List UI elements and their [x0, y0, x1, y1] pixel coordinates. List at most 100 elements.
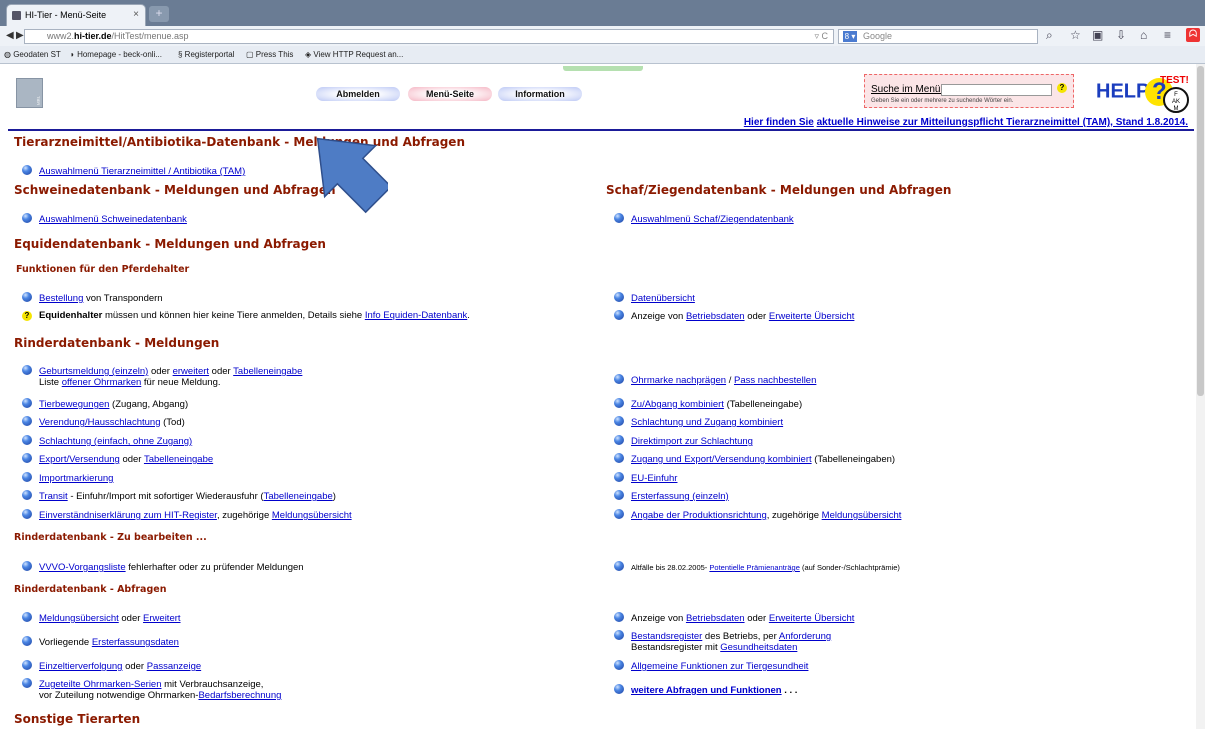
- passanzeige-link[interactable]: Passanzeige: [147, 661, 201, 672]
- notice-link-red[interactable]: Hier finden Sie: [744, 117, 814, 128]
- betriebsdaten-link[interactable]: Betriebsdaten: [686, 311, 745, 322]
- information-button[interactable]: Information: [498, 87, 582, 101]
- list-item: Meldungsübersicht oder Erweitert: [22, 612, 181, 624]
- zugang-export-link[interactable]: Zugang und Export/Versendung kombiniert: [631, 454, 812, 465]
- anforderung-link[interactable]: Anforderung: [779, 631, 831, 642]
- bookmark-label: View HTTP Request an...: [313, 50, 404, 59]
- bookmark-registerportal[interactable]: § Registerportal: [178, 50, 234, 59]
- zuabgang-link[interactable]: Zu/Abgang kombiniert: [631, 399, 724, 410]
- weitere-abfragen-link[interactable]: weitere Abfragen und Funktionen: [631, 685, 782, 696]
- ersterfassung-link[interactable]: Ersterfassung (einzeln): [631, 491, 729, 502]
- addon-icon[interactable]: ᗣ: [1186, 28, 1200, 42]
- bullet-icon: [22, 509, 32, 519]
- gesundheitsdaten-link[interactable]: Gesundheitsdaten: [720, 642, 797, 653]
- bookmark-pressthis[interactable]: ▢ Press This: [246, 50, 293, 59]
- export-link[interactable]: Export/Versendung: [39, 454, 120, 465]
- erweitert-link[interactable]: Erweitert: [143, 613, 180, 624]
- bullet-icon: [614, 435, 624, 445]
- menue-seite-button[interactable]: Menü-Seite: [408, 87, 492, 101]
- transit-link[interactable]: Transit: [39, 491, 68, 502]
- datenuebersicht-link[interactable]: Datenübersicht: [631, 293, 695, 304]
- question-icon[interactable]: ?: [1057, 83, 1067, 93]
- bestellung-link[interactable]: Bestellung: [39, 293, 83, 304]
- bookmark-beck[interactable]: ◗ Homepage - beck-onli...: [70, 50, 162, 59]
- text: mit Verbrauchsanzeige,: [161, 679, 264, 690]
- erweiterte-uebersicht-link[interactable]: Erweiterte Übersicht: [769, 311, 855, 322]
- tam-notice: Hier finden Sie aktuelle Hinweise zur Mi…: [744, 117, 1188, 128]
- clipboard-icon[interactable]: ▣: [1092, 28, 1103, 42]
- importmarkierung-link[interactable]: Importmarkierung: [39, 473, 113, 484]
- rinder-bearbeiten-heading: Rinderdatenbank - Zu bearbeiten ...: [14, 532, 207, 543]
- vvvo-link[interactable]: VVVO-Vorgangsliste: [39, 562, 126, 573]
- geburtsmeldung-link[interactable]: Geburtsmeldung (einzeln): [39, 366, 148, 377]
- bestandsregister-link[interactable]: Bestandsregister: [631, 631, 702, 642]
- schlachtung-link[interactable]: Schlachtung (einfach, ohne Zugang): [39, 436, 192, 447]
- meldungsuebersicht-link[interactable]: Meldungsübersicht: [272, 510, 352, 521]
- bookmark-httprequest[interactable]: ◈ View HTTP Request an...: [305, 50, 403, 59]
- einverstaendnis-link[interactable]: Einverständniserklärung zum HIT-Register: [39, 510, 217, 521]
- home-icon[interactable]: ⌂: [1140, 28, 1147, 42]
- text: Altfälle bis 28.02.2005-: [631, 563, 710, 572]
- verendung-link[interactable]: Verendung/Hausschlachtung: [39, 417, 160, 428]
- ohrmarke-nachpraegen-link[interactable]: Ohrmarke nachprägen: [631, 375, 726, 386]
- bullet-icon: [614, 374, 624, 384]
- logo-text: TIER: [36, 95, 41, 105]
- text: müssen und können hier keine Tiere anmel…: [102, 310, 365, 321]
- search-icon[interactable]: ⌕: [1046, 28, 1053, 43]
- bedarfsberechnung-link[interactable]: Bedarfsberechnung: [198, 690, 281, 701]
- betriebsdaten-link[interactable]: Betriebsdaten: [686, 613, 745, 624]
- tam-menu-link[interactable]: Auswahlmenü Tierarzneimittel / Antibioti…: [39, 166, 245, 177]
- text: oder: [744, 613, 769, 624]
- tabelleneingabe-link[interactable]: Tabelleneingabe: [233, 366, 302, 377]
- eu-einfuhr-link[interactable]: EU-Einfuhr: [631, 473, 677, 484]
- abmelden-button[interactable]: Abmelden: [316, 87, 400, 101]
- schwein-menu-link[interactable]: Auswahlmenü Schweinedatenbank: [39, 214, 187, 225]
- menu-search-input[interactable]: [941, 84, 1052, 96]
- download-icon[interactable]: ⇩: [1116, 28, 1126, 42]
- praemienantraege-link[interactable]: Potentielle Prämienanträge: [709, 563, 799, 572]
- pass-nachbestellen-link[interactable]: Pass nachbestellen: [734, 375, 816, 386]
- tiergesundheit-link[interactable]: Allgemeine Funktionen zur Tiergesundheit: [631, 661, 808, 672]
- bookmark-geodaten[interactable]: ◍ Geodaten ST: [4, 50, 61, 59]
- produktionsrichtung-link[interactable]: Angabe der Produktionsrichtung: [631, 510, 767, 521]
- schwein-heading: Schweinedatenbank - Meldungen und Abfrag…: [14, 183, 336, 197]
- hit-logo[interactable]: TIER: [16, 78, 43, 108]
- url-bar[interactable]: www2.hi-tier.de/HitTest/menue.asp ▿ C: [24, 29, 834, 44]
- bookmarks-bar: ◍ Geodaten ST ◗ Homepage - beck-onli... …: [0, 46, 1205, 64]
- browser-search-input[interactable]: 8 ▾ Google: [838, 29, 1038, 44]
- browser-tab[interactable]: HI-Tier - Menü-Seite ×: [6, 4, 146, 26]
- back-icon[interactable]: ◀: [6, 29, 14, 43]
- list-item: Datenübersicht: [614, 292, 695, 304]
- ersterfassungsdaten-link[interactable]: Ersterfassungsdaten: [92, 637, 179, 648]
- schaf-menu-link[interactable]: Auswahlmenü Schaf/Ziegendatenbank: [631, 214, 794, 225]
- tierbewegungen-link[interactable]: Tierbewegungen: [39, 399, 109, 410]
- forward-icon[interactable]: ▶: [16, 29, 24, 43]
- meldungsuebersicht-link[interactable]: Meldungsübersicht: [39, 613, 119, 624]
- tab-bar: HI-Tier - Menü-Seite × +: [0, 0, 1205, 26]
- direktimport-link[interactable]: Direktimport zur Schlachtung: [631, 436, 753, 447]
- erweitert-link[interactable]: erweitert: [173, 366, 209, 377]
- scrollbar-thumb[interactable]: [1197, 66, 1204, 396]
- text: . . .: [781, 685, 798, 696]
- tab-close-icon[interactable]: ×: [133, 9, 139, 20]
- info-equiden-link[interactable]: Info Equiden-Datenbank: [365, 310, 467, 321]
- equiden-heading: Equidendatenbank - Meldungen und Abfrage…: [14, 237, 326, 251]
- text: oder: [118, 613, 144, 624]
- text: (Tabelleneingabe): [723, 399, 803, 410]
- text: Liste: [39, 377, 62, 388]
- schlachtung-zugang-link[interactable]: Schlachtung und Zugang kombiniert: [631, 417, 783, 428]
- search-engine-icon[interactable]: 8 ▾: [843, 31, 857, 42]
- erweiterte-uebersicht-link[interactable]: Erweiterte Übersicht: [769, 613, 855, 624]
- tabelleneingabe-link[interactable]: Tabelleneingabe: [264, 491, 333, 502]
- new-tab-button[interactable]: +: [149, 6, 169, 22]
- page-scrollbar[interactable]: [1196, 64, 1205, 729]
- menu-icon[interactable]: ≡: [1164, 28, 1171, 42]
- offene-ohrmarken-link[interactable]: offener Ohrmarken: [62, 377, 142, 388]
- meldungsuebersicht-link[interactable]: Meldungsübersicht: [822, 510, 902, 521]
- einzeltierverfolgung-link[interactable]: Einzeltierverfolgung: [39, 661, 122, 672]
- tabelleneingabe-link[interactable]: Tabelleneingabe: [144, 454, 213, 465]
- notice-link[interactable]: aktuelle Hinweise zur Mitteilungspflicht…: [817, 117, 1188, 128]
- ohrmarken-serien-link[interactable]: Zugeteilte Ohrmarken-Serien: [39, 679, 162, 690]
- reload-icon[interactable]: ▿ C: [814, 31, 828, 42]
- star-icon[interactable]: ☆: [1070, 28, 1081, 42]
